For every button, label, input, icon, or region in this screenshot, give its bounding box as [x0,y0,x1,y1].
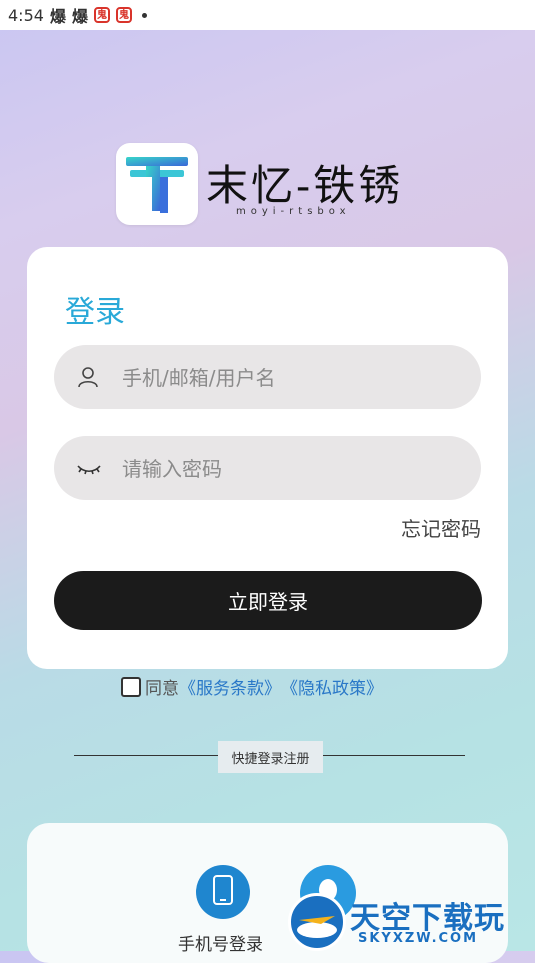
agree-label: 同意 [145,679,179,699]
more-notifications-icon [141,12,147,18]
status-icon: 爆 [71,7,88,26]
status-time: 4:54 [8,5,44,25]
forgot-password-link[interactable]: 忘记密码 [401,513,481,542]
login-card: 登录 忘记密码 立即登录 [27,247,508,669]
phone-login-button[interactable] [196,865,250,919]
login-title: 登录 [65,295,125,330]
app-subtitle: moyi-rtsbox [236,206,351,217]
watermark: 天空下载玩 SKYXZW.COM [288,893,533,951]
divider-left [74,755,218,756]
quick-login-label: 快捷登录注册 [218,741,323,773]
watermark-logo-icon [288,893,346,951]
terms-link[interactable]: 《服务条款》 [179,674,281,699]
username-input[interactable] [120,345,464,411]
password-field[interactable] [54,436,481,502]
phone-login-label[interactable]: 手机号登录 [178,930,263,955]
watermark-domain: SKYXZW.COM [358,931,479,946]
app-name: 末忆-铁锈 [206,161,404,210]
username-field[interactable] [54,345,481,411]
notification-icon: 鬼 [93,7,110,23]
app-logo-icon [116,143,198,225]
phone-icon [212,874,234,910]
status-icon: 爆 [49,7,66,26]
agreement-checkbox[interactable] [121,676,141,697]
divider-right [323,755,465,756]
notification-icon: 鬼 [115,7,132,23]
password-input[interactable] [120,436,464,502]
user-icon [76,365,100,389]
login-button[interactable]: 立即登录 [54,571,482,630]
agreement-row: 同意 《服务条款》 《隐私政策》 [121,674,383,699]
privacy-link[interactable]: 《隐私政策》 [281,674,383,699]
eye-closed-icon[interactable] [76,456,101,480]
status-bar: 4:54 爆 爆 鬼 鬼 [0,0,535,30]
